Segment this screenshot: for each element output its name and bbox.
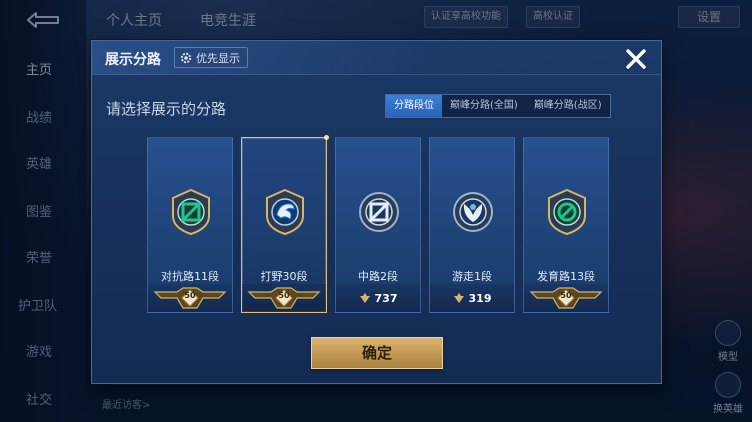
tab-lane-rank[interactable]: 分路段位 <box>386 95 442 117</box>
tab-peak-national[interactable]: 巅峰分路(全国) <box>442 95 526 117</box>
lane-level-value: 50 <box>184 291 196 300</box>
lane-card-label: 对抗路11段 <box>161 270 219 283</box>
jungle-dragon-icon <box>266 188 304 236</box>
dialog-title: 展示分路 <box>105 52 161 68</box>
lane-points-value: 319 <box>468 291 492 305</box>
lane-level-value: 50 <box>278 291 290 300</box>
dialog-subtitle: 请选择展示的分路 <box>106 100 227 118</box>
lane-card-footer: 50 <box>242 284 326 312</box>
lane-card-mid[interactable]: 中路2段 737 <box>335 137 421 313</box>
lane-card-footer: 319 <box>430 284 514 312</box>
points-icon <box>453 293 464 303</box>
lane-card-label: 打野30段 <box>260 270 308 283</box>
display-lane-dialog: 展示分路 优先显示 请选择展示的分路 分路段位 巅峰分路(全国) 巅峰分路(战区… <box>91 40 662 384</box>
lane-type-tabs: 分路段位 巅峰分路(全国) 巅峰分路(战区) <box>385 94 611 118</box>
close-icon <box>626 49 646 69</box>
priority-display-label: 优先显示 <box>196 51 240 65</box>
lane-card-footer: 737 <box>336 284 420 312</box>
clash-lane-icon <box>172 188 210 236</box>
lane-card-footer: 50 <box>524 284 608 312</box>
lane-card-jungle[interactable]: 打野30段 50 <box>241 135 329 313</box>
gear-icon <box>180 52 192 63</box>
close-button[interactable] <box>621 44 651 74</box>
points-icon <box>359 293 370 303</box>
lane-level-value: 50 <box>560 291 572 300</box>
selection-marker <box>324 135 329 140</box>
priority-display-button[interactable]: 优先显示 <box>174 47 248 68</box>
lane-card-farm[interactable]: 发育路13段 50 <box>523 137 609 313</box>
lane-card-label: 中路2段 <box>358 270 398 283</box>
lane-card-label: 发育路13段 <box>537 270 595 283</box>
lane-card-footer: 50 <box>148 284 232 312</box>
tab-peak-region[interactable]: 巅峰分路(战区) <box>526 95 610 117</box>
mid-lane-icon <box>359 192 399 232</box>
lane-card-label: 游走1段 <box>452 270 492 283</box>
roam-wings-icon <box>453 192 493 232</box>
lane-card-roam[interactable]: 游走1段 319 <box>429 137 515 313</box>
farm-lane-icon <box>548 188 586 236</box>
lane-points-value: 737 <box>374 291 398 305</box>
confirm-button[interactable]: 确定 <box>311 337 443 369</box>
lane-card-clash[interactable]: 对抗路11段 50 <box>147 137 233 313</box>
